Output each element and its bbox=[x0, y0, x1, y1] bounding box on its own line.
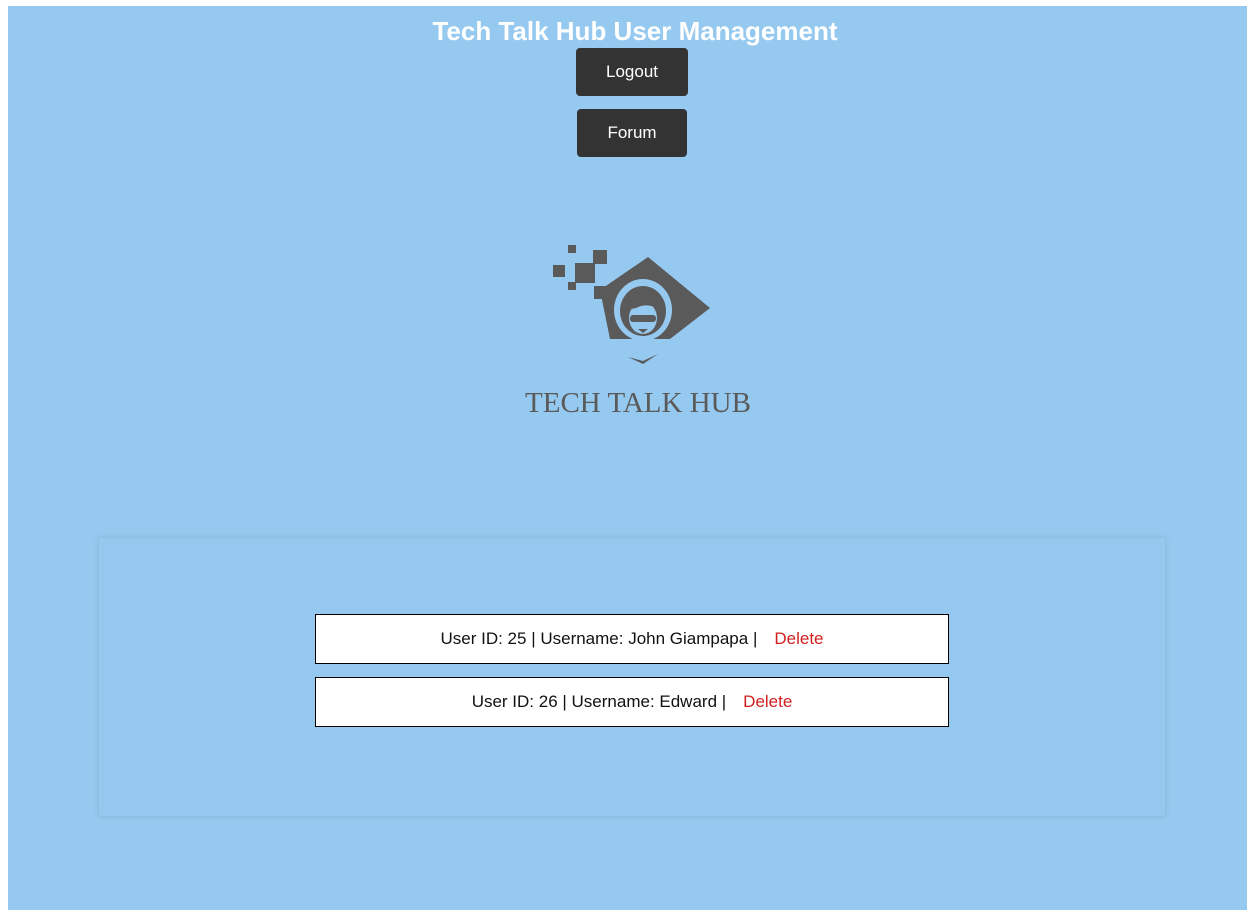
hooded-figure-logo-icon: TECH TALK HUB bbox=[525, 245, 751, 416]
tech-talk-hub-logo: TECH TALK HUB bbox=[508, 236, 768, 416]
delete-user-link[interactable]: Delete bbox=[774, 629, 823, 649]
forum-button[interactable]: Forum bbox=[577, 109, 687, 157]
user-row: User ID: 26 | Username: Edward | Delete bbox=[315, 677, 949, 727]
user-info: User ID: 25 | Username: John Giampapa | bbox=[440, 629, 758, 648]
page-title: Tech Talk Hub User Management bbox=[432, 16, 838, 46]
logo-text: TECH TALK HUB bbox=[525, 387, 751, 416]
logout-button[interactable]: Logout bbox=[576, 48, 688, 96]
page-background: Tech Talk Hub User Management Logout For… bbox=[8, 6, 1247, 910]
user-list-panel: User ID: 25 | Username: John Giampapa | … bbox=[99, 538, 1165, 816]
user-info: User ID: 26 | Username: Edward | bbox=[471, 692, 727, 711]
user-row: User ID: 25 | Username: John Giampapa | … bbox=[315, 614, 949, 664]
delete-user-link[interactable]: Delete bbox=[743, 692, 792, 712]
